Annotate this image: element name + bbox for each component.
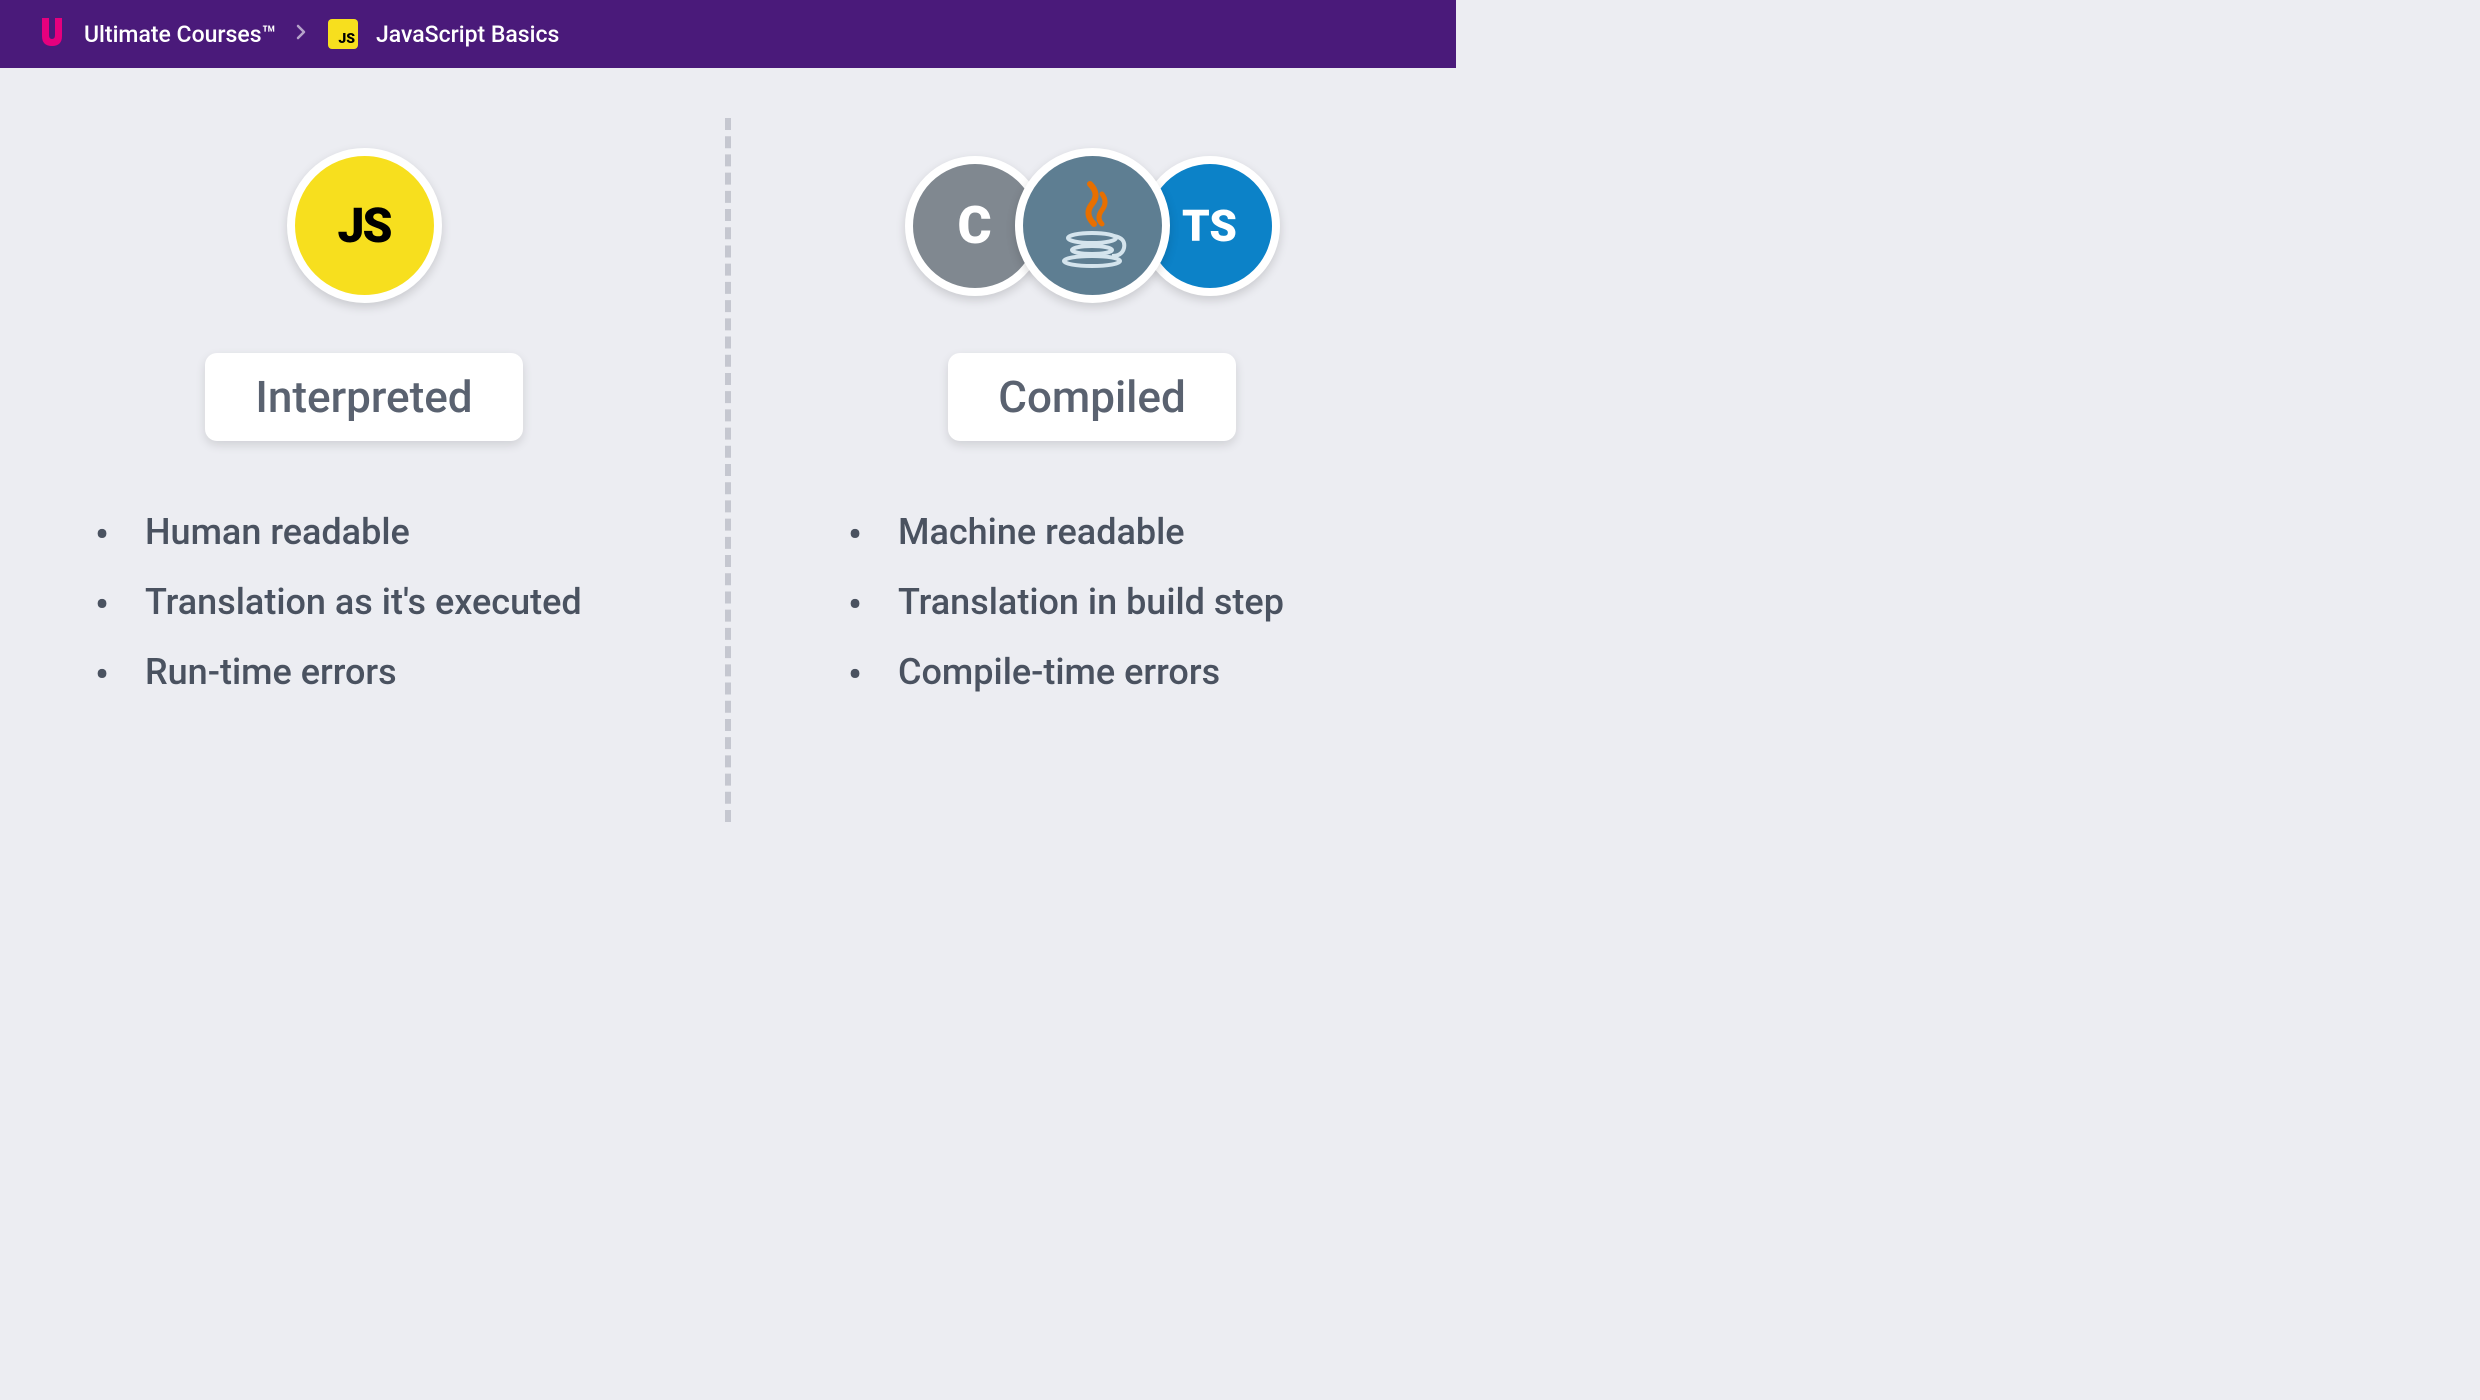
header-bar: Ultimate Courses™ JS JavaScript Basics <box>0 0 1456 68</box>
brand-logo-icon <box>38 16 66 52</box>
bullet-item: Human readable <box>95 511 582 553</box>
interpreted-column: JS Interpreted Human readable Translatio… <box>0 68 728 822</box>
compiled-label: Compiled <box>948 353 1236 441</box>
compiled-column: C TS Compiled Machine readable Translati… <box>728 68 1456 822</box>
interpreted-icons: JS <box>287 143 442 308</box>
bullet-item: Translation as it's executed <box>95 581 582 623</box>
bullet-item: Machine readable <box>848 511 1284 553</box>
course-title: JavaScript Basics <box>376 21 559 48</box>
brand-name: Ultimate Courses™ <box>84 21 276 48</box>
java-icon <box>1015 148 1170 303</box>
center-divider <box>725 118 731 822</box>
compiled-icons: C TS <box>905 143 1280 308</box>
interpreted-label: Interpreted <box>205 353 522 441</box>
compiled-bullets: Machine readable Translation in build st… <box>728 511 1284 721</box>
bullet-item: Translation in build step <box>848 581 1284 623</box>
javascript-icon: JS <box>287 148 442 303</box>
breadcrumb-chevron-icon <box>296 24 308 45</box>
interpreted-bullets: Human readable Translation as it's execu… <box>0 511 582 721</box>
bullet-item: Run-time errors <box>95 651 582 693</box>
content-area: JS Interpreted Human readable Translatio… <box>0 68 1456 822</box>
js-badge-icon: JS <box>328 19 358 49</box>
bullet-item: Compile-time errors <box>848 651 1284 693</box>
